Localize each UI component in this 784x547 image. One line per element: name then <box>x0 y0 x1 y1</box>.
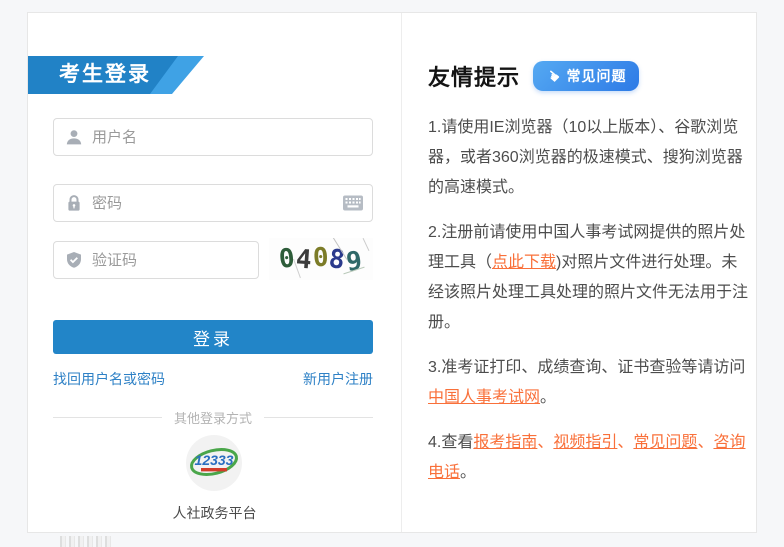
login-banner: 考生登录 <box>28 56 228 94</box>
username-input[interactable] <box>53 118 373 156</box>
platform-label: 人社政务平台 <box>28 503 401 523</box>
faq-badge-button[interactable]: ☚ 常见问题 <box>533 61 639 91</box>
captcha-digit: 9 <box>345 246 365 278</box>
keyboard-icon[interactable] <box>343 196 363 211</box>
page: 考生登录 <box>0 0 784 547</box>
other-login-divider: 其他登录方式 <box>53 409 373 425</box>
lock-icon <box>65 194 83 212</box>
logo-12333-text: 12333 <box>195 452 234 468</box>
divider-line <box>53 417 162 418</box>
pointing-hand-icon: ☚ <box>543 66 563 86</box>
captcha-image[interactable]: 04089 <box>269 238 373 280</box>
tip-link[interactable]: 点此下载 <box>492 254 556 271</box>
tip-text: 。 <box>460 464 476 481</box>
forgot-credentials-link[interactable]: 找回用户名或密码 <box>53 369 165 389</box>
tip-paragraph: 3.准考证打印、成绩查询、证书查验等请访问中国人事考试网。 <box>428 353 749 413</box>
tip-text: 4.查看 <box>428 434 473 451</box>
captcha-input[interactable] <box>53 241 259 279</box>
tip-separator: 、 <box>537 434 553 451</box>
tip-paragraph: 4.查看报考指南、视频指引、常见问题、咨询电话。 <box>428 428 749 488</box>
user-icon <box>65 128 83 146</box>
captcha-code: 04089 <box>269 238 373 280</box>
tip-paragraph: 2.注册前请使用中国人事考试网提供的照片处理工具（点此下载)对照片文件进行处理。… <box>428 218 749 338</box>
cropped-footer-artifact <box>60 536 112 547</box>
faq-badge-label: 常见问题 <box>566 66 626 86</box>
login-button[interactable]: 登录 <box>53 320 373 354</box>
logo-12333-graphic: 12333 <box>186 435 242 491</box>
new-user-register-link[interactable]: 新用户注册 <box>303 369 373 389</box>
username-field-wrap <box>53 118 373 156</box>
account-links-row: 找回用户名或密码 新用户注册 <box>53 369 373 389</box>
main-panel: 考生登录 <box>27 12 757 533</box>
column-divider <box>401 13 402 532</box>
other-login-label: 其他登录方式 <box>174 408 252 427</box>
tips-title: 友情提示 <box>428 60 520 92</box>
tip-link[interactable]: 中国人事考试网 <box>428 389 540 406</box>
login-banner-title: 考生登录 <box>59 56 151 94</box>
tip-link[interactable]: 常见问题 <box>633 434 697 451</box>
captcha-field-wrap <box>53 241 259 279</box>
tip-text: 3.准考证打印、成绩查询、证书查验等请访问 <box>428 359 745 376</box>
tips-paragraphs: 1.请使用IE浏览器（10以上版本）、谷歌浏览器，或者360浏览器的极速模式、搜… <box>428 113 749 503</box>
tip-text: 。 <box>540 389 556 406</box>
tip-separator: 、 <box>617 434 633 451</box>
tip-separator: 、 <box>697 434 713 451</box>
logo-12333[interactable]: 12333 <box>186 435 242 491</box>
divider-line <box>264 417 373 418</box>
shield-icon <box>65 251 83 269</box>
tip-text: 1.请使用IE浏览器（10以上版本）、谷歌浏览器，或者360浏览器的极速模式、搜… <box>428 119 743 196</box>
tip-link[interactable]: 报考指南 <box>473 434 537 451</box>
tip-paragraph: 1.请使用IE浏览器（10以上版本）、谷歌浏览器，或者360浏览器的极速模式、搜… <box>428 113 749 203</box>
password-input[interactable] <box>53 184 373 222</box>
tip-link[interactable]: 视频指引 <box>553 434 617 451</box>
password-field-wrap <box>53 184 373 222</box>
tips-header: 友情提示 ☚ 常见问题 <box>428 60 748 92</box>
